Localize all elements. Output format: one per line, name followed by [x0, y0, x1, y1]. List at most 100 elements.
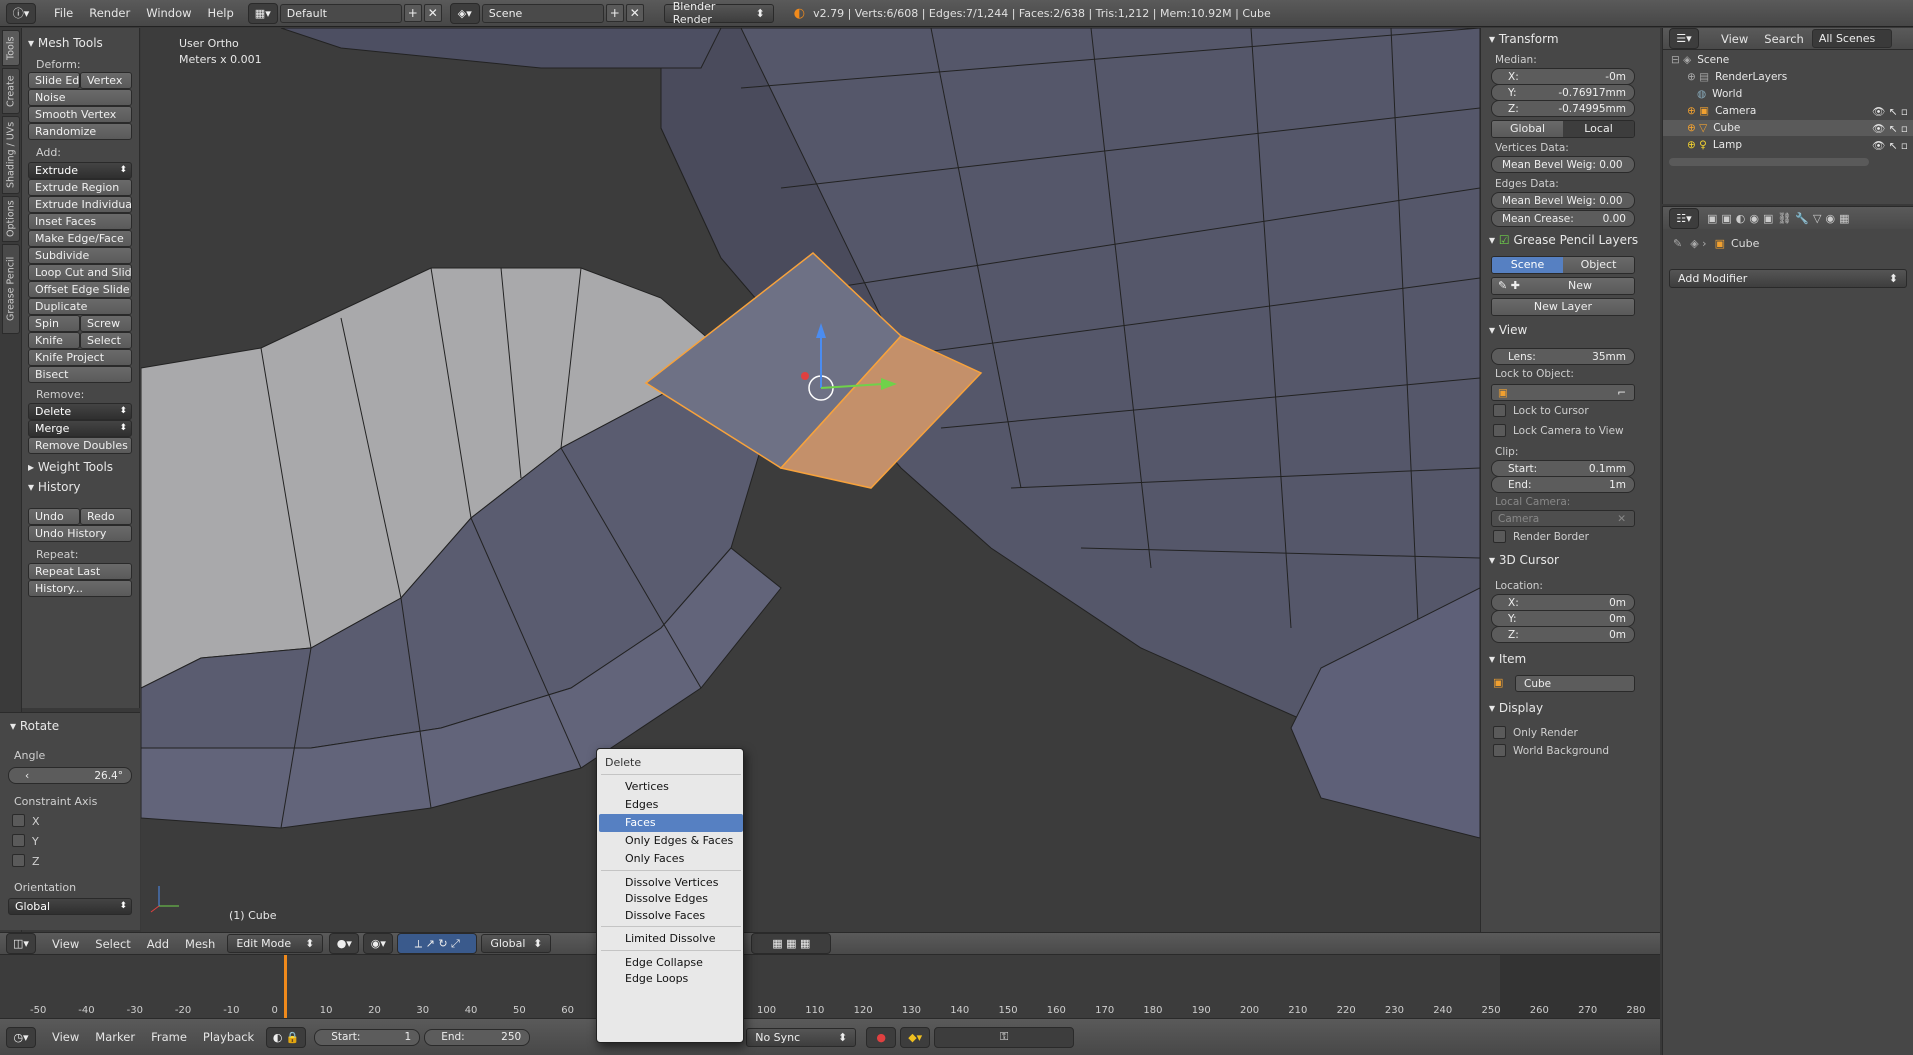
- delete-vertices-item[interactable]: Vertices: [625, 780, 669, 793]
- clip-end-field[interactable]: End: 1m: [1491, 476, 1635, 493]
- lens-field[interactable]: Lens: 35mm: [1491, 348, 1635, 365]
- item-name-field[interactable]: Cube: [1515, 675, 1635, 692]
- scene-icon[interactable]: ◈▾: [449, 2, 480, 24]
- offset-edge-slide-button[interactable]: Offset Edge Slide: [28, 281, 132, 298]
- info-editor-icon[interactable]: ⓘ▾: [6, 2, 36, 24]
- outliner-row-world[interactable]: ◍ World: [1663, 86, 1913, 102]
- layout-grid-icon[interactable]: ▦▾: [247, 2, 278, 24]
- menu-select[interactable]: Select: [87, 937, 138, 951]
- outliner-row-cube[interactable]: ⊕ ▽ Cube 👁 ↖ ▫: [1663, 120, 1913, 136]
- layout-field[interactable]: Default: [279, 3, 402, 23]
- delete-only-faces-item[interactable]: Only Faces: [625, 852, 684, 865]
- history-list-button[interactable]: History...: [28, 580, 132, 597]
- outliner-row-scene[interactable]: ⊟ ◈ Scene: [1663, 52, 1913, 68]
- noise-button[interactable]: Noise: [28, 89, 132, 106]
- outliner-menu-view[interactable]: View: [1713, 32, 1756, 46]
- gp-new-button[interactable]: New: [1526, 278, 1634, 294]
- limited-dissolve-item[interactable]: Limited Dissolve: [625, 932, 716, 945]
- preview-range-icon[interactable]: ◐ 🔒: [266, 1026, 307, 1048]
- eyedropper-icon[interactable]: ⌐: [1617, 387, 1626, 399]
- undo-button[interactable]: Undo: [28, 508, 80, 525]
- lamp-visibility-icon[interactable]: 👁 ↖ ▫: [1872, 139, 1908, 152]
- randomize-button[interactable]: Randomize: [28, 123, 132, 140]
- remove-layout-button[interactable]: ✕: [423, 4, 442, 22]
- repeat-last-button[interactable]: Repeat Last: [28, 563, 132, 580]
- outliner-editor-icon[interactable]: ☰▾: [1669, 28, 1699, 49]
- angle-field[interactable]: ‹ 26.4°: [8, 767, 132, 784]
- delete-faces-item[interactable]: Faces: [625, 816, 656, 829]
- dissolve-vertices-item[interactable]: Dissolve Vertices: [625, 876, 718, 889]
- tl-menu-frame[interactable]: Frame: [143, 1030, 195, 1044]
- add-modifier-dropdown[interactable]: Add Modifier ⬍: [1669, 269, 1907, 288]
- gp-scene-button[interactable]: Scene: [1492, 257, 1563, 273]
- world-background-checkbox[interactable]: [1493, 744, 1506, 757]
- outliner-filter-dropdown[interactable]: All Scenes: [1811, 29, 1892, 48]
- keying-set-icon[interactable]: ⚿: [934, 1026, 1075, 1048]
- gp-new-layer-button[interactable]: New Layer: [1492, 299, 1634, 315]
- remove-doubles-button[interactable]: Remove Doubles: [28, 437, 132, 454]
- bisect-button[interactable]: Bisect: [28, 366, 132, 383]
- local-button[interactable]: Local: [1563, 121, 1634, 137]
- tab-grease-pencil[interactable]: Grease Pencil: [2, 244, 20, 334]
- knife-button[interactable]: Knife: [28, 332, 80, 349]
- redo-button[interactable]: Redo: [80, 508, 132, 525]
- menu-view[interactable]: View: [44, 937, 87, 951]
- delete-dropdown[interactable]: Delete: [28, 403, 132, 420]
- global-button[interactable]: Global: [1492, 121, 1563, 137]
- mode-dropdown[interactable]: Edit Mode ⬍: [227, 934, 324, 953]
- extrude-dropdown[interactable]: Extrude: [28, 162, 132, 179]
- add-scene-button[interactable]: +: [605, 4, 624, 22]
- mean-crease-field[interactable]: Mean Crease: 0.00: [1491, 210, 1635, 227]
- history-header[interactable]: ▾ History: [28, 480, 81, 494]
- tab-options[interactable]: Options: [2, 196, 20, 242]
- tl-menu-view[interactable]: View: [44, 1030, 87, 1044]
- lock-cursor-checkbox[interactable]: [1493, 404, 1506, 417]
- duplicate-button[interactable]: Duplicate: [28, 298, 132, 315]
- median-y-field[interactable]: Y: -0.76917mm: [1491, 84, 1635, 101]
- pin-icon[interactable]: ✎: [1673, 237, 1682, 250]
- menu-help[interactable]: Help: [200, 6, 242, 20]
- edge-collapse-item[interactable]: Edge Collapse: [625, 956, 703, 969]
- item-header[interactable]: ▾ Item: [1489, 652, 1526, 666]
- menu-file[interactable]: File: [46, 6, 81, 20]
- merge-dropdown[interactable]: Merge: [28, 420, 132, 437]
- outliner-menu-search[interactable]: Search: [1756, 32, 1812, 46]
- camera-visibility-icon[interactable]: 👁 ↖ ▫: [1872, 105, 1908, 118]
- outliner-row-renderlayers[interactable]: ⊕ ▤ RenderLayers: [1663, 69, 1913, 85]
- start-frame-field[interactable]: Start: 1: [314, 1028, 421, 1046]
- grease-pencil-header[interactable]: ▾ ☑ Grease Pencil Layers: [1489, 233, 1638, 247]
- cursor-z-field[interactable]: Z: 0m: [1491, 626, 1635, 643]
- median-x-field[interactable]: X: -0m: [1491, 68, 1635, 85]
- timeline-editor-icon[interactable]: ◷▾: [6, 1026, 36, 1048]
- vertex-slide-button[interactable]: Vertex: [80, 72, 132, 89]
- editor-type-icon[interactable]: ◫▾: [6, 933, 36, 954]
- smooth-vertex-button[interactable]: Smooth Vertex: [28, 106, 132, 123]
- mesh-canvas[interactable]: [141, 28, 1480, 932]
- gp-new-row[interactable]: ✎ ✚ New: [1491, 277, 1635, 295]
- cube-visibility-icon[interactable]: 👁 ↖ ▫: [1872, 122, 1908, 135]
- 3d-viewport[interactable]: User Ortho Meters x 0.001 (1) Cube: [141, 28, 1480, 932]
- clip-start-field[interactable]: Start: 0.1mm: [1491, 460, 1635, 477]
- layers-icon[interactable]: ▦ ▦ ▦: [751, 933, 832, 954]
- lock-object-field[interactable]: ▣ ⌐: [1491, 384, 1635, 401]
- knife-project-button[interactable]: Knife Project: [28, 349, 132, 366]
- scene-field[interactable]: Scene: [481, 3, 604, 23]
- undo-history-button[interactable]: Undo History: [28, 525, 132, 542]
- current-frame-marker[interactable]: [284, 955, 287, 1019]
- menu-add[interactable]: Add: [139, 937, 177, 951]
- pivot-icon[interactable]: ◉▾: [363, 933, 394, 954]
- orientation-dropdown[interactable]: Global: [8, 898, 132, 915]
- extrude-region-button[interactable]: Extrude Region: [28, 179, 132, 196]
- view-header[interactable]: ▾ View: [1489, 323, 1527, 337]
- only-render-checkbox[interactable]: [1493, 726, 1506, 739]
- outliner-row-camera[interactable]: ⊕ ▣ Camera 👁 ↖ ▫: [1663, 103, 1913, 119]
- axis-x-checkbox[interactable]: [12, 814, 25, 827]
- transform-header[interactable]: ▾ Transform: [1489, 32, 1559, 46]
- slide-edge-button[interactable]: Slide Ed: [28, 72, 80, 89]
- global-local-toggle[interactable]: Global Local: [1491, 120, 1635, 138]
- timeline[interactable]: -50 -40 -30 -20 -10 0 10 20 30 40 50 60 100 110 120 130…: [0, 954, 1660, 1019]
- outliner-row-lamp[interactable]: ⊕ ♀ Lamp 👁 ↖ ▫: [1663, 137, 1913, 153]
- cursor-header[interactable]: ▾ 3D Cursor: [1489, 553, 1559, 567]
- cursor-y-field[interactable]: Y: 0m: [1491, 610, 1635, 627]
- mesh-tools-header[interactable]: ▾ Mesh Tools: [28, 36, 103, 50]
